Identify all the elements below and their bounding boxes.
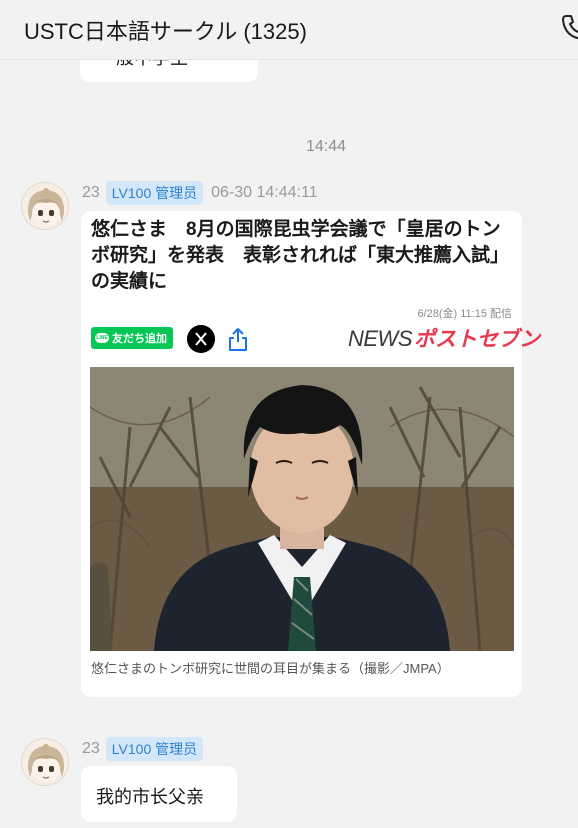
article-card[interactable]: 悠仁さま 8月の国際昆虫学会議で「皇居のトンボ研究」を発表 表彰されれば「東大推… <box>81 211 540 697</box>
level-badge: LV100 管理员 <box>105 737 204 761</box>
time-separator: 14:44 <box>305 138 347 155</box>
level-badge: LV100 管理员 <box>105 181 204 205</box>
message-bubble[interactable]: 我的市长父亲 <box>81 766 237 822</box>
phone-icon[interactable] <box>560 12 578 42</box>
message-bubble[interactable]: 一般中学生 <box>80 60 258 82</box>
avatar[interactable] <box>21 182 69 230</box>
article-title: 悠仁さま 8月の国際昆虫学会議で「皇居のトンボ研究」を発表 表彰されれば「東大推… <box>91 219 510 292</box>
message-text: 一般中学生 <box>98 60 188 70</box>
message-list[interactable]: 一般中学生 14:44 23 LV100 管理员 06-30 14:44:11 … <box>0 60 578 828</box>
line-button-label: 友だち追加 <box>112 333 167 345</box>
message-meta: 23 LV100 管理员 <box>82 737 211 761</box>
article-date: 6/28(金) 11:15 配信 <box>417 308 512 320</box>
line-add-friend-button[interactable]: LINE 友だち追加 <box>91 327 173 349</box>
share-icon[interactable] <box>227 326 249 352</box>
sender-id: 23 <box>82 184 100 201</box>
message-timestamp: 06-30 14:44:11 <box>211 184 318 201</box>
sender-id: 23 <box>82 740 100 757</box>
chat-title: USTC日本語サークル (1325) <box>24 19 307 44</box>
logo-news-text: NEWS <box>348 326 413 351</box>
photo-caption: 悠仁さまのトンボ研究に世間の耳目が集まる（撮影／JMPA） <box>91 661 450 676</box>
line-icon: LINE <box>95 333 109 343</box>
news-source-logo: NEWS ポストセブン <box>348 323 540 353</box>
message-text: 我的市长父亲 <box>96 787 204 807</box>
logo-brand-text: ポストセブン <box>414 327 540 351</box>
avatar[interactable] <box>21 738 69 786</box>
message-meta: 23 LV100 管理员 06-30 14:44:11 <box>82 181 318 205</box>
chat-header: USTC日本語サークル (1325) <box>0 0 578 60</box>
article-photo[interactable] <box>90 367 514 651</box>
x-icon[interactable] <box>187 325 215 353</box>
